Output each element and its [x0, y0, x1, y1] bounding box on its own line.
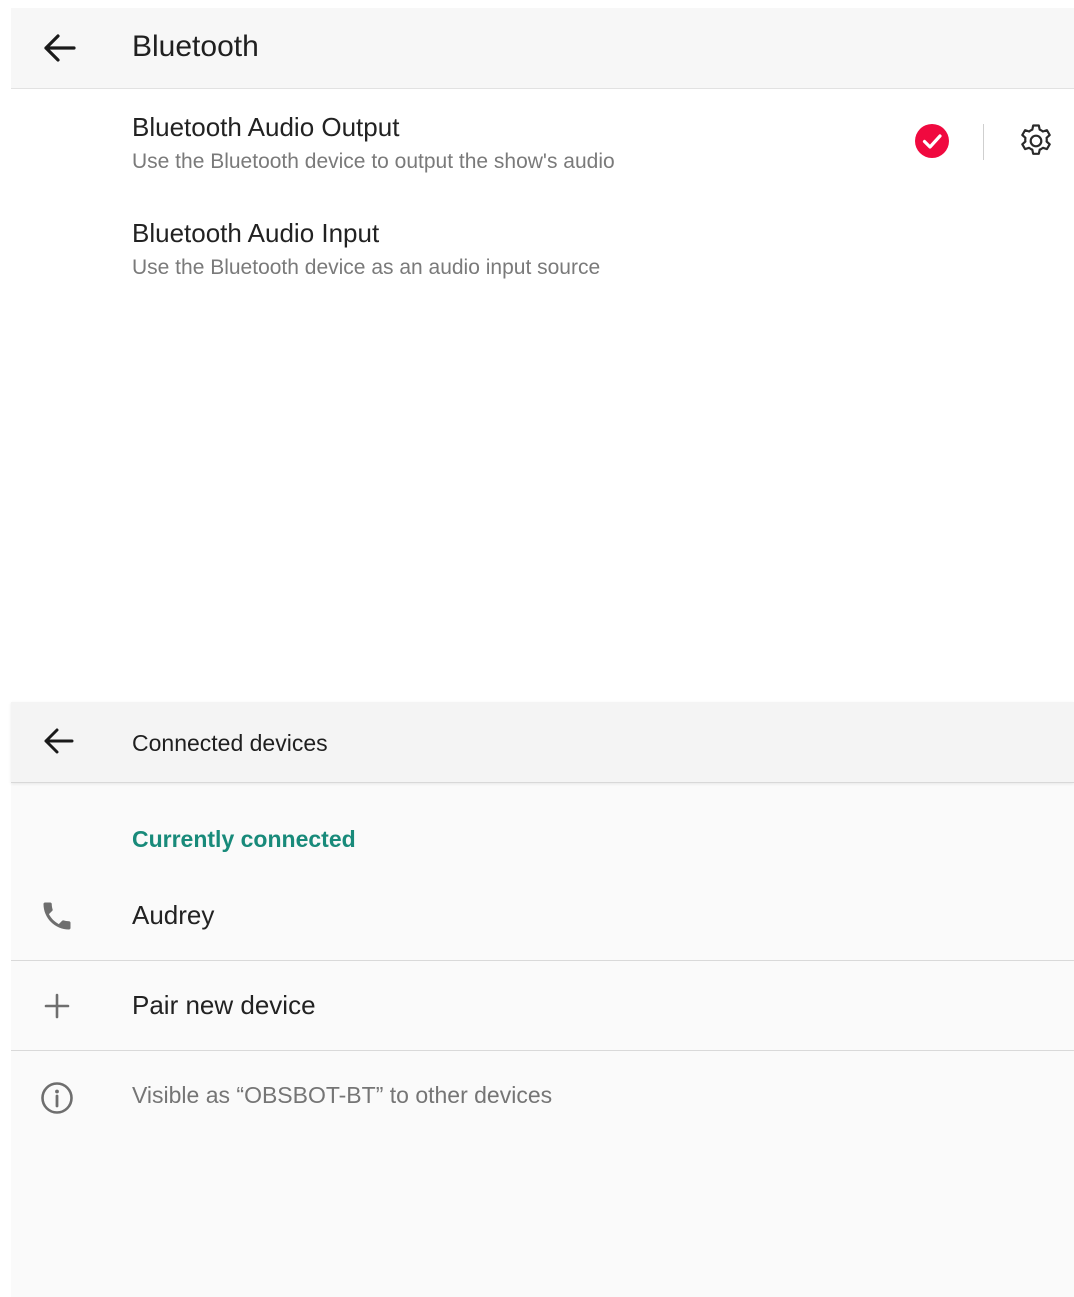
section-header-currently-connected: Currently connected — [132, 826, 356, 852]
pair-new-device-row[interactable]: Pair new device — [11, 962, 1074, 1051]
option-subtitle: Use the Bluetooth device as an audio inp… — [132, 256, 601, 279]
bluetooth-settings-panel: Bluetooth Bluetooth Audio Output Use the… — [11, 8, 1074, 300]
pair-new-device-label: Pair new device — [132, 990, 316, 1020]
option-title: Bluetooth Audio Output — [132, 112, 400, 142]
gear-icon — [1021, 124, 1051, 155]
device-name: Audrey — [132, 900, 215, 930]
arrow-left-icon — [44, 728, 74, 754]
visibility-info-row: Visible as “OBSBOT-BT” to other devices — [11, 1052, 1074, 1132]
plus-icon — [44, 993, 70, 1019]
page-title: Bluetooth — [132, 30, 259, 63]
connected-devices-panel: Connected devices Currently connected Au… — [11, 702, 1074, 1297]
phone-icon — [43, 902, 71, 930]
back-button[interactable] — [41, 32, 77, 64]
check-circle-icon — [922, 134, 942, 149]
vertical-divider — [983, 124, 984, 160]
bluetooth-audio-input-option[interactable]: Bluetooth Audio Input Use the Bluetooth … — [11, 218, 1074, 318]
info-icon — [41, 1082, 73, 1114]
arrow-left-icon — [44, 34, 76, 62]
output-settings-button[interactable] — [1017, 122, 1055, 160]
visibility-text: Visible as “OBSBOT-BT” to other devices — [132, 1082, 553, 1108]
connected-devices-app-bar: Connected devices — [11, 702, 1074, 783]
selected-check-toggle[interactable] — [915, 124, 949, 158]
back-button[interactable] — [41, 726, 75, 756]
bluetooth-app-bar: Bluetooth — [11, 8, 1074, 89]
option-title: Bluetooth Audio Input — [132, 218, 380, 248]
device-row-audrey[interactable]: Audrey — [11, 872, 1074, 961]
page-title: Connected devices — [132, 730, 328, 756]
option-subtitle: Use the Bluetooth device to output the s… — [132, 150, 615, 173]
